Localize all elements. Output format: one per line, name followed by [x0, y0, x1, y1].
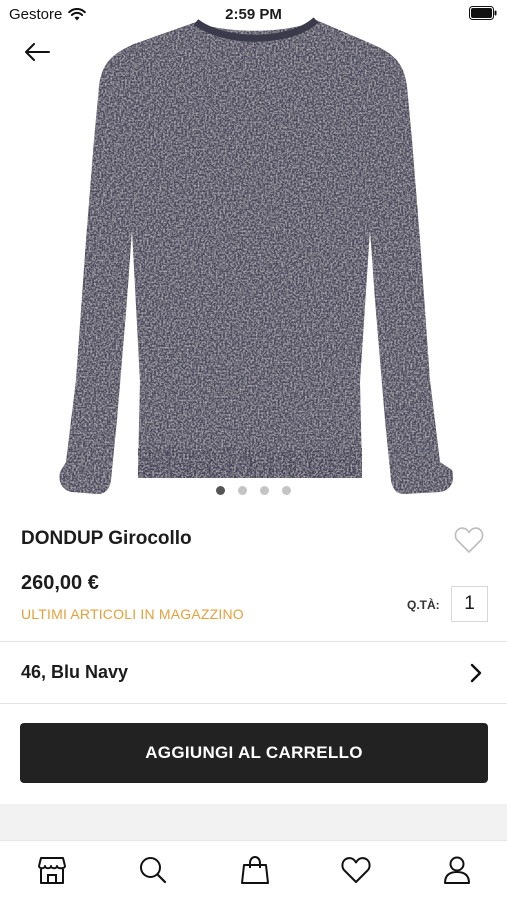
product-title: DONDUP Girocollo — [21, 528, 192, 549]
tab-bar — [0, 840, 507, 900]
variant-label: 46, Blu Navy — [21, 662, 129, 682]
quantity-label: Q.TÀ: — [407, 598, 440, 612]
status-bar: Gestore 2:59 PM — [0, 0, 507, 28]
add-to-cart-button[interactable]: AGGIUNGI AL CARRELLO — [20, 723, 488, 783]
divider — [0, 703, 507, 704]
user-icon — [444, 856, 470, 884]
tab-store[interactable] — [35, 853, 69, 887]
tab-bag[interactable] — [238, 853, 272, 887]
store-icon — [38, 857, 66, 884]
arrow-left-icon — [25, 43, 50, 61]
pagination-dot[interactable] — [282, 486, 291, 495]
chevron-right-icon — [470, 663, 482, 683]
tab-account[interactable] — [440, 853, 474, 887]
pagination-dot-active[interactable] — [216, 486, 225, 495]
tab-search[interactable] — [136, 853, 170, 887]
product-image-gallery[interactable] — [0, 0, 507, 504]
pagination-dot[interactable] — [260, 486, 269, 495]
product-price: 260,00 € — [21, 572, 99, 594]
stock-notice: ULTIMI ARTICOLI IN MAGAZZINO — [21, 606, 244, 622]
status-time: 2:59 PM — [225, 6, 282, 23]
back-button[interactable] — [20, 38, 54, 66]
tab-wishlist[interactable] — [339, 853, 373, 887]
section-separator — [0, 804, 507, 840]
pagination-dot[interactable] — [238, 486, 247, 495]
heart-icon — [341, 857, 371, 883]
search-icon — [140, 857, 167, 884]
variant-selector[interactable]: 46, Blu Navy — [0, 642, 507, 702]
battery-icon — [469, 6, 497, 20]
image-pagination[interactable] — [0, 486, 507, 495]
shopping-bag-icon — [240, 855, 269, 884]
favorite-button[interactable] — [454, 526, 486, 556]
quantity-field[interactable]: 1 — [451, 586, 488, 622]
product-image — [59, 17, 454, 494]
heart-outline-icon — [454, 527, 484, 553]
